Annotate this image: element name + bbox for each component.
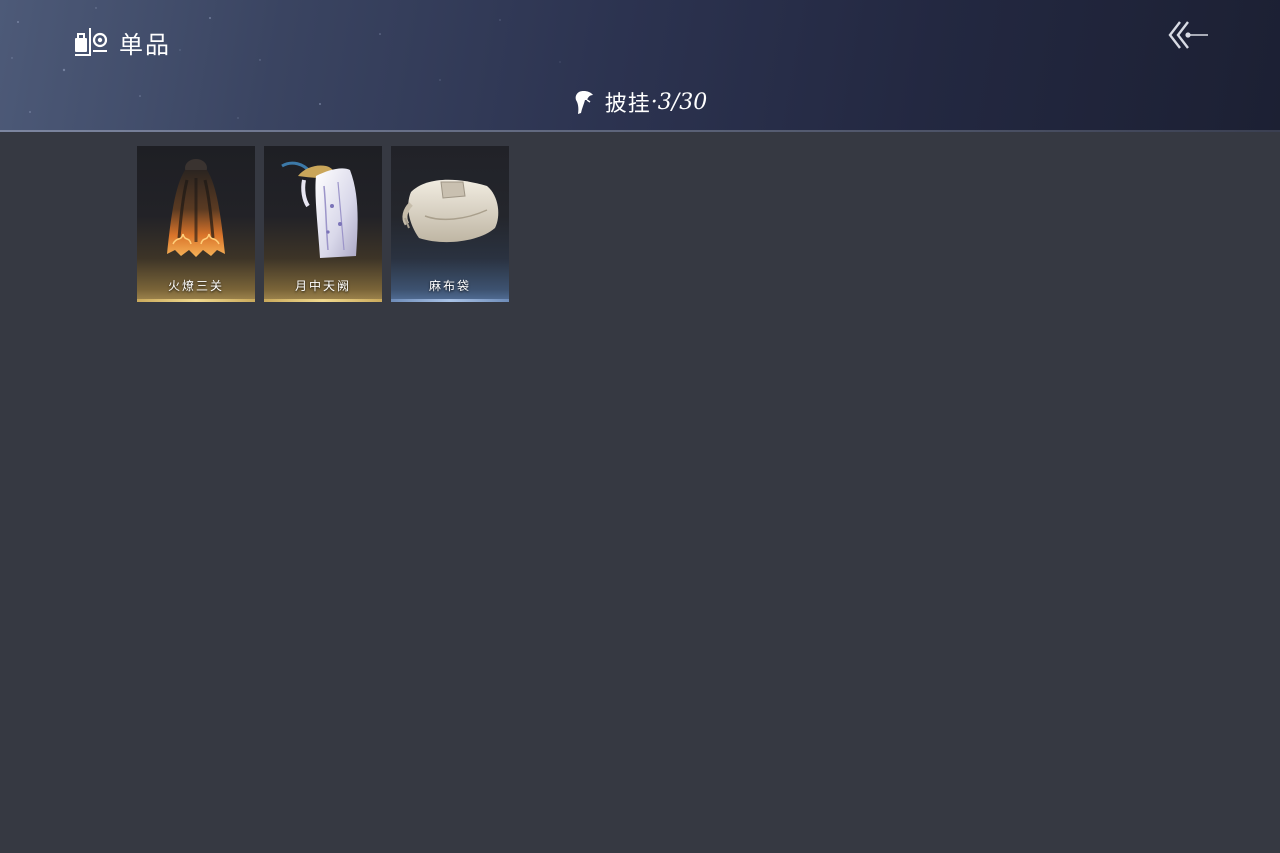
page-title: 单品	[119, 31, 171, 59]
rarity-bar	[264, 299, 382, 302]
item-card-burlap-sack[interactable]: 麻布袋	[391, 146, 509, 302]
category-count: ·3/30	[650, 89, 708, 115]
rarity-bar	[391, 299, 509, 302]
rarity-bar	[137, 299, 255, 302]
flaming-cape-image	[167, 159, 225, 257]
wardrobe-icon	[75, 28, 108, 56]
item-grid: 火燎三关 月中天阙 麻布袋	[137, 146, 509, 302]
item-card-moon-cape[interactable]: 月中天阙	[264, 146, 382, 302]
item-name: 火燎三关	[167, 279, 224, 293]
top-bar: 单品 披挂 ·3/30	[0, 0, 1280, 132]
item-name: 麻布袋	[428, 279, 471, 293]
item-name: 月中天阙	[294, 279, 351, 293]
category-header: 披挂 ·3/30	[0, 86, 1280, 118]
moon-white-cape-image	[281, 161, 358, 258]
back-arrow-icon[interactable]	[1166, 18, 1210, 52]
burlap-sack-image	[402, 179, 499, 243]
item-card-flaming-cape[interactable]: 火燎三关	[137, 146, 255, 302]
cape-icon	[575, 91, 593, 114]
category-label: 披挂	[604, 92, 651, 117]
